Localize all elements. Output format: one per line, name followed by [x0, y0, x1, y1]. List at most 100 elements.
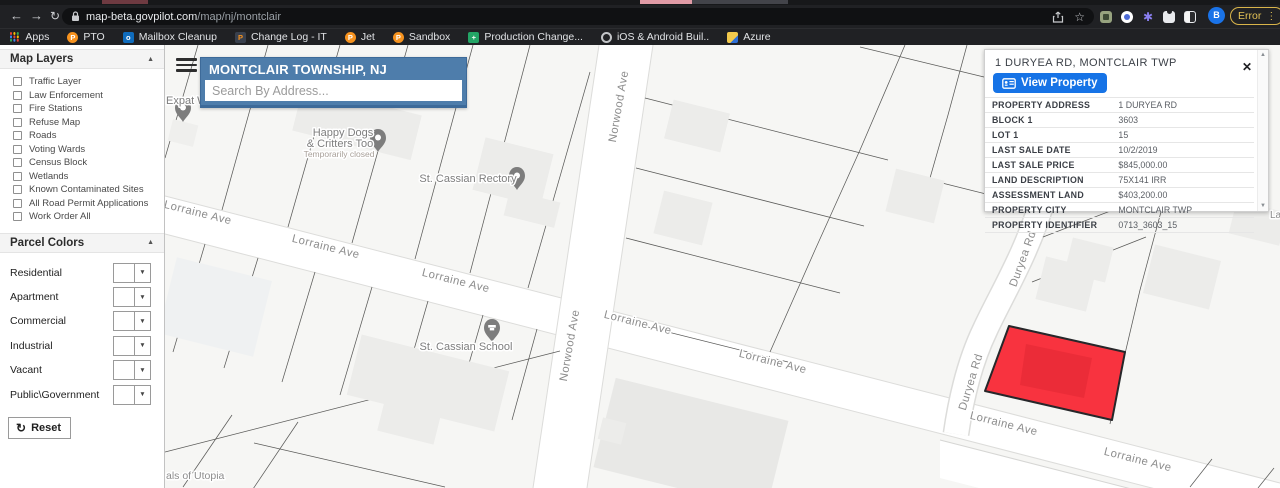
checkbox[interactable]: [13, 212, 22, 221]
utopia-label: als of Utopia: [166, 470, 225, 482]
layer-contaminated-sites[interactable]: Known Contaminated Sites: [0, 183, 164, 197]
menu-hamburger-icon[interactable]: [176, 58, 197, 75]
parcel-colors-list: Residential ▼ Apartment ▼ Commercial ▼ I…: [0, 253, 164, 407]
parcel-colors-header[interactable]: Parcel Colors ▲: [0, 233, 164, 253]
error-button[interactable]: Error ⋮: [1230, 7, 1280, 25]
sidebar: Map Layers ▲ Traffic Layer Law Enforceme…: [0, 45, 165, 488]
checkbox[interactable]: [13, 185, 22, 194]
scroll-down-icon[interactable]: ▼: [1260, 203, 1266, 209]
extension-icon[interactable]: [1184, 11, 1196, 23]
chevron-down-icon: ▼: [135, 264, 150, 282]
parcel-color-industrial: Industrial ▼: [0, 334, 164, 358]
back-icon[interactable]: ←: [10, 8, 23, 24]
layer-wetlands[interactable]: Wetlands: [0, 170, 164, 184]
checkbox[interactable]: [13, 199, 22, 208]
tab-edge: [692, 0, 788, 4]
bookmark-pto[interactable]: P PTO: [58, 31, 113, 43]
map-layers-header[interactable]: Map Layers ▲: [0, 49, 164, 69]
close-icon[interactable]: ✕: [1242, 62, 1252, 72]
bookmark-sandbox[interactable]: P Sandbox: [384, 31, 459, 43]
panel-scrollbar[interactable]: ▲ ▼: [1257, 50, 1268, 211]
property-info-panel: 1 DURYEA RD, MONTCLAIR TWP ✕ View Proper…: [984, 49, 1269, 212]
color-dropdown[interactable]: ▼: [113, 263, 151, 283]
pin-icon: P: [235, 32, 246, 43]
chevron-down-icon: ▼: [135, 288, 150, 306]
pin-icon: P: [393, 32, 404, 43]
layer-work-order[interactable]: Work Order All: [0, 210, 164, 224]
table-row: PROPERTY ADDRESS1 DURYEA RD: [985, 98, 1254, 113]
table-row: LOT 115: [985, 128, 1254, 143]
extension-icon[interactable]: [1121, 11, 1133, 23]
address-search-input[interactable]: [205, 80, 462, 101]
pin-icon: P: [67, 32, 78, 43]
forward-icon[interactable]: →: [30, 8, 43, 24]
layer-refuse-map[interactable]: Refuse Map: [0, 116, 164, 130]
azure-icon: [727, 32, 738, 43]
chevron-down-icon: ▼: [135, 312, 150, 330]
checkbox[interactable]: [13, 145, 22, 154]
chevron-down-icon: ▼: [135, 386, 150, 404]
parcel-color-residential: Residential ▼: [0, 261, 164, 285]
error-label: Error: [1238, 10, 1261, 22]
parcel-color-apartment: Apartment ▼: [0, 285, 164, 309]
bookmark-apps[interactable]: Apps: [0, 31, 58, 43]
url-host: map-beta.govpilot.com: [86, 11, 197, 23]
checkbox[interactable]: [13, 91, 22, 100]
puzzle-extensions-icon[interactable]: [1163, 11, 1175, 23]
chrome-menu-icon[interactable]: ⋮: [1266, 11, 1276, 22]
layer-law-enforcement[interactable]: Law Enforcement: [0, 89, 164, 103]
checkbox[interactable]: [13, 77, 22, 86]
bookmarks-bar: Apps P PTO o Mailbox Cleanup P Change Lo…: [0, 28, 1280, 45]
property-title: 1 DURYEA RD, MONTCLAIR TWP: [985, 50, 1268, 71]
color-dropdown[interactable]: ▼: [113, 336, 151, 356]
color-dropdown[interactable]: ▼: [113, 360, 151, 380]
extension-icon[interactable]: [1100, 11, 1112, 23]
checkbox[interactable]: [13, 118, 22, 127]
view-property-button[interactable]: View Property: [993, 73, 1107, 93]
collapse-arrow-icon[interactable]: ▲: [147, 239, 154, 246]
extension-icon[interactable]: ✱: [1142, 11, 1154, 23]
layer-fire-stations[interactable]: Fire Stations: [0, 102, 164, 116]
township-search-panel: MONTCLAIR TOWNSHIP, NJ: [200, 57, 467, 108]
layer-traffic[interactable]: Traffic Layer: [0, 75, 164, 89]
table-row: LAST SALE DATE10/2/2019: [985, 143, 1254, 158]
checkbox[interactable]: [13, 172, 22, 181]
scroll-up-icon[interactable]: ▲: [1260, 52, 1266, 58]
bookmark-change-log[interactable]: P Change Log - IT: [226, 31, 336, 43]
color-dropdown[interactable]: ▼: [113, 287, 151, 307]
extensions-row: ✱: [1100, 8, 1196, 25]
layer-census-block[interactable]: Census Block: [0, 156, 164, 170]
color-swatch: [114, 312, 135, 330]
parcel-color-public-government: Public\Government ▼: [0, 382, 164, 406]
bookmark-ios-android[interactable]: iOS & Android Buil..: [592, 31, 718, 43]
url-path: /map/nj/montclair: [197, 11, 281, 23]
profile-avatar[interactable]: B: [1208, 7, 1225, 24]
share-icon[interactable]: [1052, 11, 1064, 23]
bookmark-star-icon[interactable]: ☆: [1074, 10, 1085, 24]
bookmark-production-change[interactable]: + Production Change...: [459, 31, 592, 43]
reset-button[interactable]: ↻ Reset: [8, 417, 71, 439]
checkbox[interactable]: [13, 158, 22, 167]
color-dropdown[interactable]: ▼: [113, 385, 151, 405]
color-dropdown[interactable]: ▼: [113, 311, 151, 331]
tab-edge: [102, 0, 148, 4]
layer-voting-wards[interactable]: Voting Wards: [0, 143, 164, 157]
pin-icon: P: [345, 32, 356, 43]
tab-edge: [640, 0, 692, 4]
sheet-icon: +: [468, 32, 479, 43]
collapse-arrow-icon[interactable]: ▲: [147, 56, 154, 63]
ring-icon: [601, 32, 612, 43]
map-layers-list: Traffic Layer Law Enforcement Fire Stati…: [0, 69, 164, 224]
checkbox[interactable]: [13, 131, 22, 140]
checkbox[interactable]: [13, 104, 22, 113]
color-swatch: [114, 337, 135, 355]
bookmark-mailbox-cleanup[interactable]: o Mailbox Cleanup: [114, 31, 226, 43]
layer-road-permits[interactable]: All Road Permit Applications: [0, 197, 164, 211]
bookmark-jet[interactable]: P Jet: [336, 31, 384, 43]
reload-icon[interactable]: ↻: [50, 8, 60, 24]
rectory-label: St. Cassian Rectory: [419, 173, 517, 185]
chevron-down-icon: ▼: [135, 361, 150, 379]
layer-roads[interactable]: Roads: [0, 129, 164, 143]
bookmark-azure[interactable]: Azure: [718, 31, 779, 43]
url-bar[interactable]: map-beta.govpilot.com/map/nj/montclair ☆: [62, 8, 1094, 25]
